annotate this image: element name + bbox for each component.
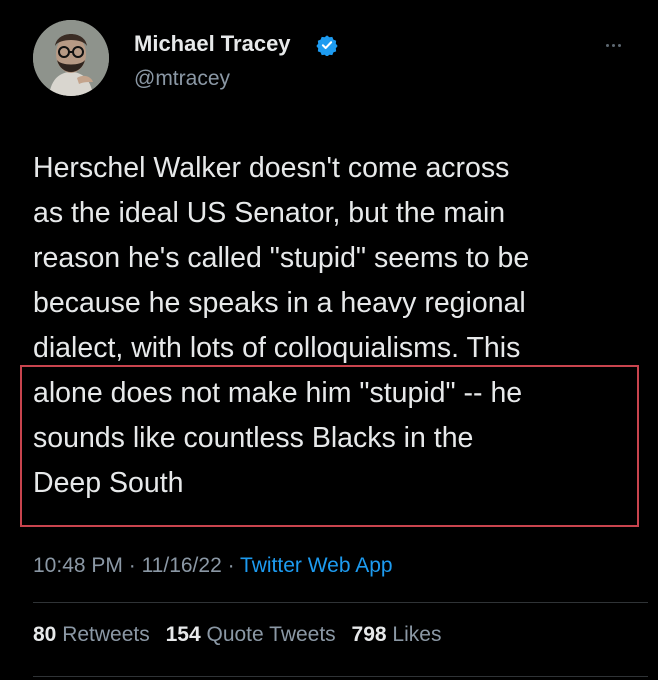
likes-stat[interactable]: 798 Likes	[352, 623, 442, 646]
retweets-stat[interactable]: 80 Retweets	[33, 623, 150, 646]
tweet-line: as the ideal US Senator, but the main	[33, 197, 506, 229]
author-avatar[interactable]	[33, 20, 109, 96]
quote-tweets-stat[interactable]: 154 Quote Tweets	[166, 623, 336, 646]
tweet-line: dialect, with lots of colloquialisms. Th…	[33, 332, 521, 364]
likes-count: 798	[351, 623, 387, 646]
quote-tweets-count: 154	[165, 623, 201, 646]
tweet-line: because he speaks in a heavy regional	[33, 287, 526, 319]
meta-separator: ·	[122, 554, 142, 577]
more-dot-icon	[618, 43, 621, 47]
more-dot-icon	[612, 43, 615, 47]
divider	[33, 602, 648, 603]
retweets-label: Retweets	[62, 623, 150, 646]
more-dot-icon	[606, 43, 609, 47]
avatar-image	[33, 20, 109, 96]
tweet-stats: 80 Retweets 154 Quote Tweets 798 Likes	[33, 623, 451, 647]
likes-label: Likes	[392, 623, 442, 646]
divider	[33, 676, 648, 677]
author-name[interactable]: Michael Tracey	[134, 31, 291, 57]
meta-separator: ·	[221, 554, 241, 577]
tweet-line: Deep South	[33, 467, 184, 499]
verified-badge-icon	[316, 35, 338, 56]
tweet-line: Herschel Walker doesn't come across	[33, 152, 510, 184]
tweet-date[interactable]: 11/16/22	[142, 554, 222, 577]
tweet-line: alone does not make him "stupid" -- he	[33, 377, 523, 409]
tweet-line: sounds like countless Blacks in the	[33, 422, 474, 454]
quote-tweets-label: Quote Tweets	[206, 623, 336, 646]
author-handle[interactable]: @mtracey	[134, 67, 230, 91]
tweet-time[interactable]: 10:48 PM	[33, 554, 123, 577]
tweet-source-link[interactable]: Twitter Web App	[240, 554, 393, 577]
tweet-metadata: 10:48 PM · 11/16/22 · Twitter Web App	[33, 554, 393, 578]
more-options-button[interactable]	[606, 40, 636, 50]
retweets-count: 80	[33, 623, 57, 646]
tweet-text: Herschel Walker doesn't come across as t…	[33, 146, 648, 506]
tweet-line: reason he's called "stupid" seems to be	[33, 242, 530, 274]
